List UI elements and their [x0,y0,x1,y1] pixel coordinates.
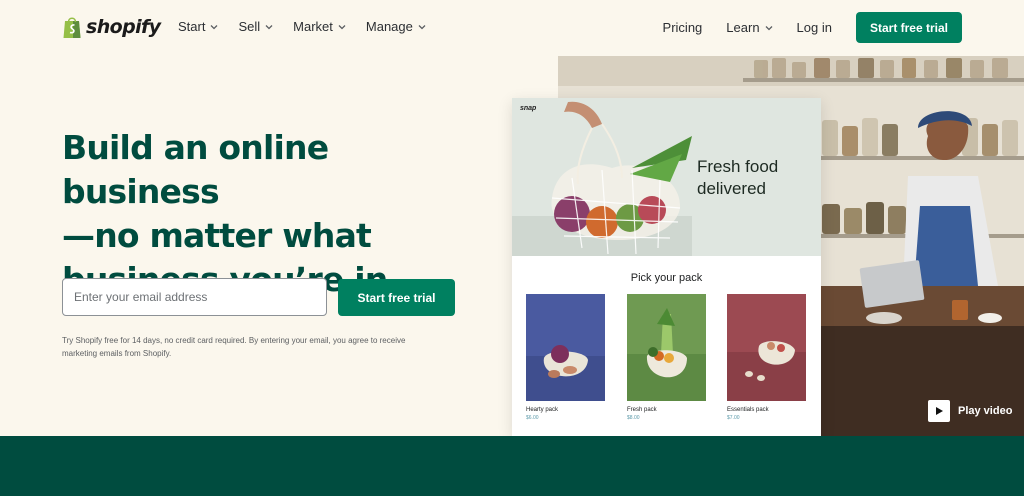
trial-disclaimer: Try Shopify free for 14 days, no credit … [62,336,406,358]
headline-line-1: Build an online business [62,128,329,211]
nav-market[interactable]: Market [293,19,346,34]
pack-image [727,294,806,401]
nav-start-trial-button[interactable]: Start free trial [855,12,962,43]
play-video-button[interactable]: Play video [928,400,1012,422]
nav-sell[interactable]: Sell [238,19,273,34]
banner-headline: Fresh food delivered [697,156,778,200]
play-video-label: Play video [958,405,1013,417]
nav-start-label: Start [178,19,206,34]
nav-pricing-label: Pricing [662,20,703,35]
banner-line-2: delivered [697,179,766,198]
pack-name: Essentials pack [727,407,769,413]
pack-card-fresh[interactable]: Fresh pack $8.00 [627,294,706,421]
brand-name: shopify [86,16,161,38]
pack-image [526,294,605,401]
pack-image [627,294,706,401]
chevron-down-icon [338,24,346,29]
headline-line-2: —no matter what [62,216,372,255]
pack-card-essentials[interactable]: Essentials pack $7.00 [727,294,806,421]
pack-price: $6.00 [526,415,539,421]
shopify-logo[interactable]: shopify [62,15,161,39]
hero-headline: Build an online business —no matter what… [62,126,462,302]
pack-price: $8.00 [627,415,640,421]
email-input[interactable] [62,278,327,316]
store-banner: snap Fresh food delivered [512,98,821,256]
play-icon [928,400,950,422]
shopping-bag-icon [63,17,81,38]
nav-login-label: Log in [796,20,832,35]
chevron-down-icon [765,25,773,30]
nav-manage-label: Manage [365,19,413,34]
pick-pack-title: Pick your pack [630,272,703,284]
hero-start-trial-button[interactable]: Start free trial [338,279,455,316]
nav-manage[interactable]: Manage [366,19,426,34]
chevron-down-icon [265,24,273,29]
chevron-down-icon [418,24,426,29]
store-preview-card: snap Fresh food delivered Pick your pack… [512,98,821,436]
chevron-down-icon [211,24,218,29]
nav-learn[interactable]: Learn [726,20,773,35]
store-brand-name: snap [520,105,537,112]
nav-sell-label: Sell [238,19,261,34]
pack-name: Hearty pack [526,407,559,413]
pack-name: Fresh pack [627,407,657,413]
pack-card-hearty[interactable]: Hearty pack $6.00 [526,294,605,421]
nav-login[interactable]: Log in [797,20,832,35]
green-section-band [0,436,1024,496]
nav-learn-label: Learn [726,20,760,35]
nav-start[interactable]: Start [178,19,218,34]
banner-line-1: Fresh food [697,157,779,176]
top-navigation: shopify Start Sell Market Manage Pricing… [0,0,1024,56]
pack-price: $7.00 [727,415,740,421]
nav-pricing[interactable]: Pricing [663,20,703,35]
nav-market-label: Market [293,19,333,34]
